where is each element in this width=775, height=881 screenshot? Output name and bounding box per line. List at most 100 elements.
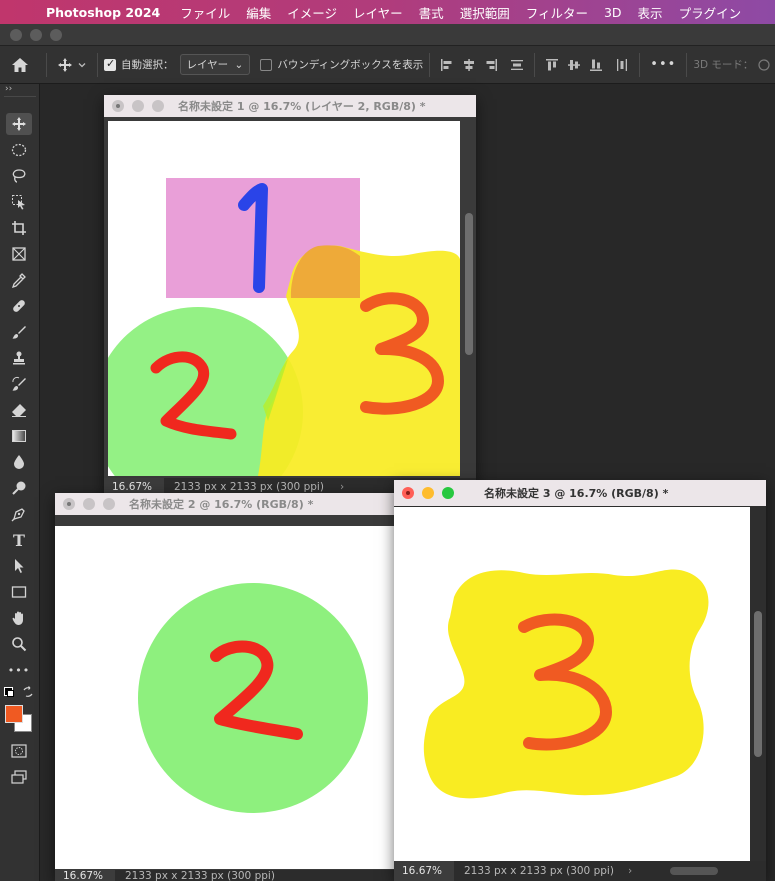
doc-zoom-button[interactable] xyxy=(103,498,115,510)
doc-zoom-button[interactable] xyxy=(152,100,164,112)
auto-select-checkbox[interactable] xyxy=(104,57,116,71)
document-titlebar-3[interactable]: 名称未設定 3 @ 16.7% (RGB/8) * xyxy=(394,480,766,506)
path-selection-tool-icon[interactable] xyxy=(6,555,32,577)
menu-layer[interactable]: レイヤー xyxy=(345,3,411,22)
document-title-1: 名称未設定 1 @ 16.7% (レイヤー 2, RGB/8) * xyxy=(178,100,426,113)
align-bottom-edges-icon[interactable] xyxy=(589,58,603,72)
document-window-1[interactable]: 名称未設定 1 @ 16.7% (レイヤー 2, RGB/8) * 16.67%… xyxy=(104,95,476,500)
doc-close-button[interactable] xyxy=(402,487,414,499)
menu-select[interactable]: 選択範囲 xyxy=(452,3,518,22)
menu-file[interactable]: ファイル xyxy=(172,3,238,22)
document-titlebar-2[interactable]: 名称未設定 2 @ 16.7% (RGB/8) * xyxy=(55,493,400,515)
eyedropper-tool-icon[interactable] xyxy=(6,269,32,291)
chevron-right-icon[interactable]: › xyxy=(628,865,632,877)
menu-view[interactable]: 表示 xyxy=(630,3,671,22)
align-horizontal-centers-icon[interactable] xyxy=(462,58,476,72)
frame-tool-icon[interactable] xyxy=(6,243,32,265)
window-minimize-button[interactable] xyxy=(30,29,42,41)
status-bar-3: 16.67% 2133 px x 2133 px (300 ppi) › xyxy=(394,861,766,881)
align-vertical-centers-icon[interactable] xyxy=(567,58,581,72)
artwork-2 xyxy=(138,583,368,813)
history-brush-tool-icon[interactable] xyxy=(6,373,32,395)
canvas-1[interactable] xyxy=(108,121,460,476)
gradient-tool-icon[interactable] xyxy=(6,425,32,447)
scrollbar-thumb[interactable] xyxy=(465,213,473,355)
window-close-button[interactable] xyxy=(10,29,22,41)
doc-minimize-button[interactable] xyxy=(422,487,434,499)
doc-close-button[interactable] xyxy=(63,498,75,510)
doc-zoom-button[interactable] xyxy=(442,487,454,499)
eraser-tool-icon[interactable] xyxy=(6,399,32,421)
align-left-edges-icon[interactable] xyxy=(440,58,454,72)
divider xyxy=(686,52,688,77)
dodge-tool-icon[interactable] xyxy=(6,477,32,499)
canvas-2[interactable] xyxy=(55,526,400,869)
move-tool-preset-picker[interactable] xyxy=(57,57,87,73)
distribute-horizontal-icon[interactable] xyxy=(615,58,629,72)
document-info-3: 2133 px x 2133 px (300 ppi) xyxy=(464,865,614,877)
document-info-2: 2133 px x 2133 px (300 ppi) xyxy=(125,869,275,881)
marquee-tool-icon[interactable] xyxy=(6,139,32,161)
menu-plugins[interactable]: プラグイン xyxy=(671,3,750,22)
foreground-color-swatch[interactable] xyxy=(5,705,23,723)
artwork-3 xyxy=(423,569,709,799)
more-options-icon[interactable]: ••• xyxy=(650,57,676,72)
swap-colors-icon[interactable] xyxy=(22,686,34,698)
screen-mode-icon[interactable] xyxy=(6,766,32,788)
zoom-level-3[interactable]: 16.67% xyxy=(394,861,454,881)
scrollbar-thumb[interactable] xyxy=(754,611,762,757)
artwork-1 xyxy=(108,178,460,476)
lasso-tool-icon[interactable] xyxy=(6,165,32,187)
edit-toolbar-icon[interactable]: ••• xyxy=(6,659,32,681)
menu-edit[interactable]: 編集 xyxy=(238,3,279,22)
distribute-vertical-icon[interactable] xyxy=(510,58,524,72)
crop-tool-icon[interactable] xyxy=(6,217,32,239)
quick-mask-icon[interactable] xyxy=(6,740,32,762)
collapse-panel-icon[interactable]: ›› xyxy=(5,84,12,94)
app-titlebar xyxy=(0,24,775,46)
move-icon xyxy=(58,57,72,72)
app-menu[interactable]: Photoshop 2024 xyxy=(44,5,172,20)
doc-minimize-button[interactable] xyxy=(83,498,95,510)
menu-image[interactable]: イメージ xyxy=(279,3,345,22)
document-window-2[interactable]: 名称未設定 2 @ 16.7% (RGB/8) * 16.67% 2133 px… xyxy=(55,493,400,881)
horizontal-scrollbar-thumb[interactable] xyxy=(670,867,718,875)
auto-select-target-value: レイヤー xyxy=(186,59,229,71)
brush-tool-icon[interactable] xyxy=(6,321,32,343)
chevron-down-icon: ⌄ xyxy=(234,59,244,71)
move-tool-icon[interactable] xyxy=(6,113,32,135)
vertical-scrollbar-3[interactable] xyxy=(750,507,766,861)
divider xyxy=(639,52,641,77)
align-right-edges-icon[interactable] xyxy=(484,58,498,72)
3d-orbit-icon[interactable] xyxy=(757,58,771,72)
vertical-scrollbar-1[interactable] xyxy=(462,121,476,476)
hand-tool-icon[interactable] xyxy=(6,607,32,629)
chevron-right-icon[interactable]: › xyxy=(340,481,344,493)
home-icon[interactable] xyxy=(0,57,40,73)
blur-tool-icon[interactable] xyxy=(6,451,32,473)
bounding-box-checkbox[interactable] xyxy=(260,58,273,71)
doc-close-button[interactable] xyxy=(112,100,124,112)
stamp-tool-icon[interactable] xyxy=(6,347,32,369)
align-top-edges-icon[interactable] xyxy=(545,58,559,72)
document-titlebar-1[interactable]: 名称未設定 1 @ 16.7% (レイヤー 2, RGB/8) * xyxy=(104,95,476,117)
pen-tool-icon[interactable] xyxy=(6,503,32,525)
rectangle-tool-icon[interactable] xyxy=(6,581,32,603)
zoom-tool-icon[interactable] xyxy=(6,633,32,655)
auto-select-target-dropdown[interactable]: レイヤー ⌄ xyxy=(179,54,251,75)
bounding-box-label: バウンディングボックスを表示 xyxy=(277,59,424,71)
yellow-blob xyxy=(423,569,709,799)
menu-type[interactable]: 書式 xyxy=(411,3,452,22)
healing-brush-tool-icon[interactable] xyxy=(6,295,32,317)
document-window-3[interactable]: 名称未設定 3 @ 16.7% (RGB/8) * 16.67% 2133 px… xyxy=(394,480,766,881)
object-selection-tool-icon[interactable] xyxy=(6,191,32,213)
divider xyxy=(97,52,98,77)
menu-filter[interactable]: フィルター xyxy=(518,3,596,22)
zoom-level-2[interactable]: 16.67% xyxy=(55,870,115,881)
menu-3d[interactable]: 3D xyxy=(596,5,630,20)
type-tool-icon[interactable]: T xyxy=(6,529,32,551)
canvas-3[interactable] xyxy=(394,507,750,861)
doc-minimize-button[interactable] xyxy=(132,100,144,112)
divider xyxy=(429,52,431,77)
window-zoom-button[interactable] xyxy=(50,29,62,41)
